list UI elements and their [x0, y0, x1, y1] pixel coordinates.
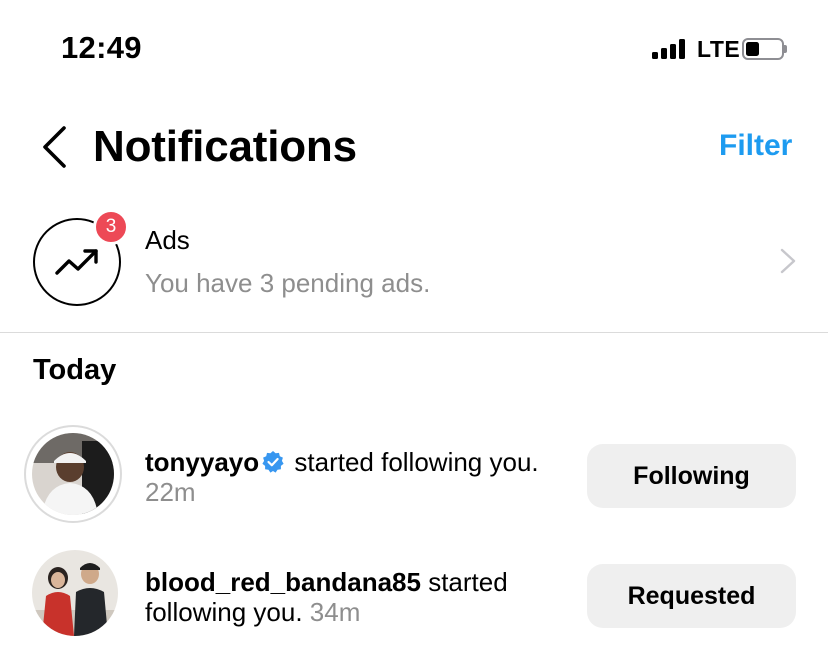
notification-row: tonyyayo started following you. 22m Foll… [0, 420, 828, 530]
section-title-today: Today [33, 354, 117, 386]
battery-icon [742, 38, 787, 60]
ads-count-badge: 3 [93, 209, 129, 245]
divider [0, 332, 828, 333]
requested-button[interactable]: Requested [587, 564, 796, 628]
verified-badge-icon [262, 451, 284, 473]
username[interactable]: blood_red_bandana85 [145, 567, 421, 597]
avatar-story-ring[interactable] [24, 425, 122, 523]
notification-text: tonyyayo started following you. 22m [145, 447, 565, 507]
notification-time: 34m [309, 597, 361, 627]
back-button[interactable] [40, 124, 70, 170]
filter-button[interactable]: Filter [719, 129, 792, 163]
cellular-signal-icon [652, 39, 690, 59]
ads-title: Ads [145, 225, 190, 255]
status-time: 12:49 [61, 30, 142, 65]
chevron-left-icon [43, 126, 66, 168]
notification-row: blood_red_bandana85 started following yo… [0, 545, 828, 655]
chevron-right-icon [778, 248, 798, 274]
notification-text: blood_red_bandana85 started following yo… [145, 567, 565, 627]
network-type: LTE [697, 36, 741, 62]
username[interactable]: tonyyayo [145, 447, 259, 477]
ads-subtitle: You have 3 pending ads. [145, 268, 431, 298]
notification-time: 22m [145, 477, 196, 507]
avatar [32, 433, 114, 515]
following-button[interactable]: Following [587, 444, 796, 508]
avatar[interactable] [32, 550, 118, 636]
notification-action: started following you. [294, 447, 539, 477]
page-title: Notifications [93, 122, 357, 171]
